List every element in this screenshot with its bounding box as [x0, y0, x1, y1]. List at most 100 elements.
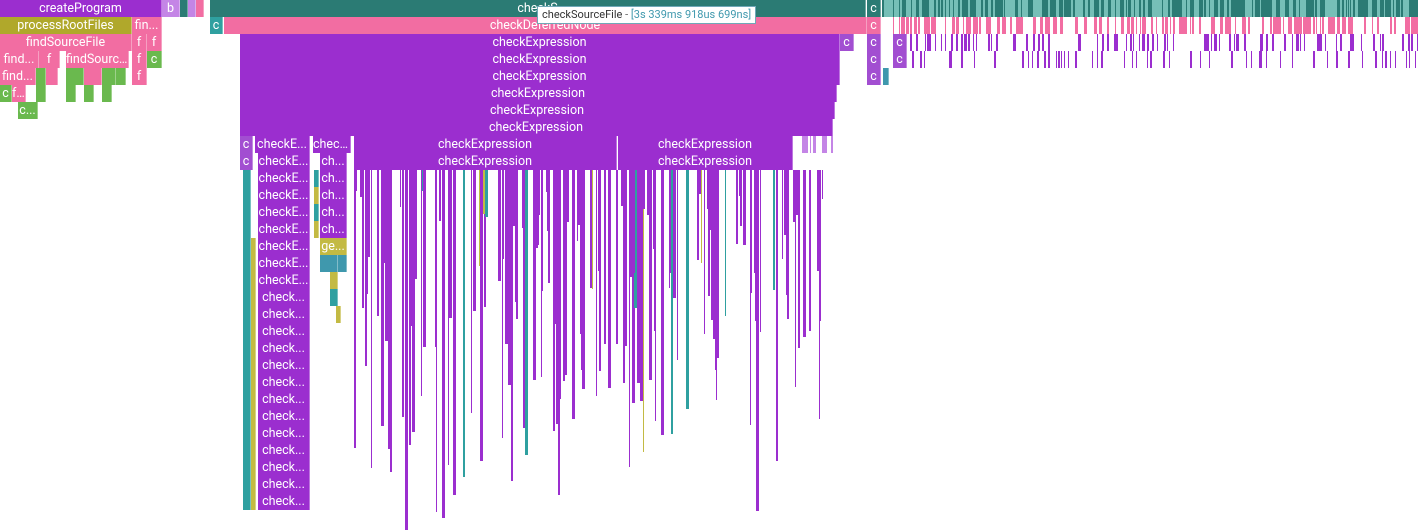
frame-ladder-thin[interactable]: [336, 306, 341, 323]
stripe-region[interactable]: [908, 34, 1418, 51]
frame-ladder[interactable]: check...: [258, 442, 310, 459]
frame-ladder-cyan[interactable]: [243, 340, 251, 357]
frame-checkExpression-r4[interactable]: checkExpression: [240, 68, 840, 85]
frame-ladder-cyan[interactable]: [243, 493, 251, 510]
frame-checkE-9[interactable]: checkE...: [258, 153, 310, 170]
frame-slit2[interactable]: [188, 0, 196, 17]
frame-ladder-cyan[interactable]: [243, 476, 251, 493]
frame-find-3a[interactable]: find...: [0, 51, 39, 68]
frame-ladder-cyan[interactable]: [243, 238, 251, 255]
frame-ladder-thin[interactable]: [314, 170, 319, 187]
frame-checkExpression-r3[interactable]: checkExpression: [240, 51, 840, 68]
stripe-region[interactable]: [908, 51, 1418, 68]
frame-ladder[interactable]: check...: [258, 493, 310, 510]
frame-ladder[interactable]: check...: [258, 425, 310, 442]
frame-ladder-side[interactable]: ge...: [320, 238, 347, 255]
frame-ladder-cyan[interactable]: [243, 289, 251, 306]
frame-ladder-khaki[interactable]: [251, 255, 256, 272]
frame-g-5b[interactable]: [66, 85, 76, 102]
frame-g-5c[interactable]: [84, 85, 94, 102]
frame-g-4a[interactable]: [36, 68, 46, 85]
frame-ladder-khaki[interactable]: [251, 306, 256, 323]
frame-ladder-cyan[interactable]: [243, 170, 251, 187]
frame-checkExpression-8b[interactable]: checkExpression: [618, 136, 793, 153]
frame-ladder[interactable]: checkE...: [258, 170, 310, 187]
frame-ladder-khaki[interactable]: [251, 459, 256, 476]
frame-c-3b[interactable]: c: [893, 51, 907, 68]
frame-ladder-khaki[interactable]: [251, 340, 256, 357]
frame-ladder-thin[interactable]: [314, 204, 319, 221]
frame-c-cyan-1[interactable]: c: [210, 17, 223, 34]
frame-checkExpression-r6[interactable]: checkExpression: [240, 102, 835, 119]
frame-ladder[interactable]: check...: [258, 476, 310, 493]
frame-ladder-cyan[interactable]: [243, 306, 251, 323]
frame-ladder-cyan[interactable]: [243, 425, 251, 442]
frame-p-4a[interactable]: [46, 68, 58, 85]
frame-c-8a[interactable]: c: [240, 136, 253, 153]
flame-graph-root[interactable]: createProgrambcheckScprocessRootFilesfin…: [0, 0, 1418, 530]
frame-ladder[interactable]: check...: [258, 306, 310, 323]
frame-checkExpression-r7[interactable]: checkExpression: [240, 119, 833, 136]
frame-ladder-khaki[interactable]: [251, 408, 256, 425]
frame-ladder-cyan[interactable]: [243, 357, 251, 374]
frame-ladder-side[interactable]: ch...: [320, 221, 347, 238]
frame-ladder-thin[interactable]: [314, 221, 319, 238]
frame-c-3a[interactable]: c: [867, 51, 881, 68]
frame-ladder-cyan[interactable]: [243, 391, 251, 408]
frame-ladder[interactable]: checkE...: [258, 255, 310, 272]
frame-ch-9[interactable]: ch...: [320, 153, 347, 170]
frame-checkDeferredNode[interactable]: checkDeferredNode: [224, 17, 867, 34]
frame-ladder-cyan[interactable]: [243, 221, 251, 238]
frame-g-4c[interactable]: [102, 68, 116, 85]
frame-ladder-thin[interactable]: [330, 289, 338, 306]
frame-createProgram[interactable]: createProgram: [0, 0, 162, 17]
frame-ladder[interactable]: check...: [258, 408, 310, 425]
stripe-region[interactable]: [793, 136, 833, 153]
frame-ladder-khaki[interactable]: [251, 357, 256, 374]
frame-ladder[interactable]: checkE...: [258, 272, 310, 289]
frame-ladder-thin[interactable]: [314, 187, 319, 204]
frame-g-5a[interactable]: [36, 85, 46, 102]
frame-ladder[interactable]: check...: [258, 391, 310, 408]
frame-ladder[interactable]: checkE...: [258, 187, 310, 204]
frame-ladder[interactable]: check...: [258, 340, 310, 357]
frame-ladder-cyan[interactable]: [243, 272, 251, 289]
frame-checkE-8[interactable]: checkE...: [255, 136, 310, 153]
frame-f-3b[interactable]: f: [39, 51, 60, 68]
frame-ladder[interactable]: check...: [258, 459, 310, 476]
frame-p-4b[interactable]: [84, 68, 102, 85]
frame-ladder-khaki[interactable]: [251, 374, 256, 391]
frame-ladder-khaki[interactable]: [251, 391, 256, 408]
frame-ladder-cyan[interactable]: [243, 255, 251, 272]
frame-g-4d[interactable]: [116, 68, 126, 85]
frame-ladder-cyan[interactable]: [243, 204, 251, 221]
frame-ladder-khaki[interactable]: [251, 289, 256, 306]
frame-slit3[interactable]: [196, 0, 204, 17]
frame-checkExpression-r2[interactable]: checkExpression: [240, 34, 840, 51]
frame-c-4a[interactable]: c: [867, 68, 881, 85]
frame-ladder-khaki[interactable]: [251, 425, 256, 442]
frame-ladder-khaki[interactable]: [251, 323, 256, 340]
frame-ladder[interactable]: check...: [258, 374, 310, 391]
frame-ladder-khaki[interactable]: [251, 493, 256, 510]
frame-ladder[interactable]: check...: [258, 357, 310, 374]
frame-f-2a[interactable]: f: [132, 34, 147, 51]
frame-checkExpression-r5[interactable]: checkExpression: [240, 85, 837, 102]
frame-ladder[interactable]: checkE...: [258, 238, 310, 255]
frame-ladder[interactable]: check...: [258, 323, 310, 340]
frame-fin-1[interactable]: fin...: [132, 17, 162, 34]
stripe-region[interactable]: [882, 17, 1418, 34]
frame-check-8[interactable]: check...: [313, 136, 351, 153]
frame-ladder-side[interactable]: ch...: [320, 204, 347, 221]
frame-checkExpression-8a[interactable]: checkExpression: [354, 136, 617, 153]
frame-c-6a[interactable]: c...: [18, 102, 38, 119]
frame-checkExpression-9a[interactable]: checkExpression: [354, 153, 617, 170]
frame-f-4[interactable]: f: [132, 68, 147, 85]
frame-ladder[interactable]: checkE...: [258, 204, 310, 221]
frame-c-2b[interactable]: c: [867, 34, 881, 51]
frame-ladder-khaki[interactable]: [251, 272, 256, 289]
frame-ladder[interactable]: checkE...: [258, 221, 310, 238]
frame-ladder-thin[interactable]: [330, 272, 338, 289]
frame-ladder-cyan[interactable]: [243, 323, 251, 340]
stripe-region[interactable]: [882, 0, 1418, 17]
